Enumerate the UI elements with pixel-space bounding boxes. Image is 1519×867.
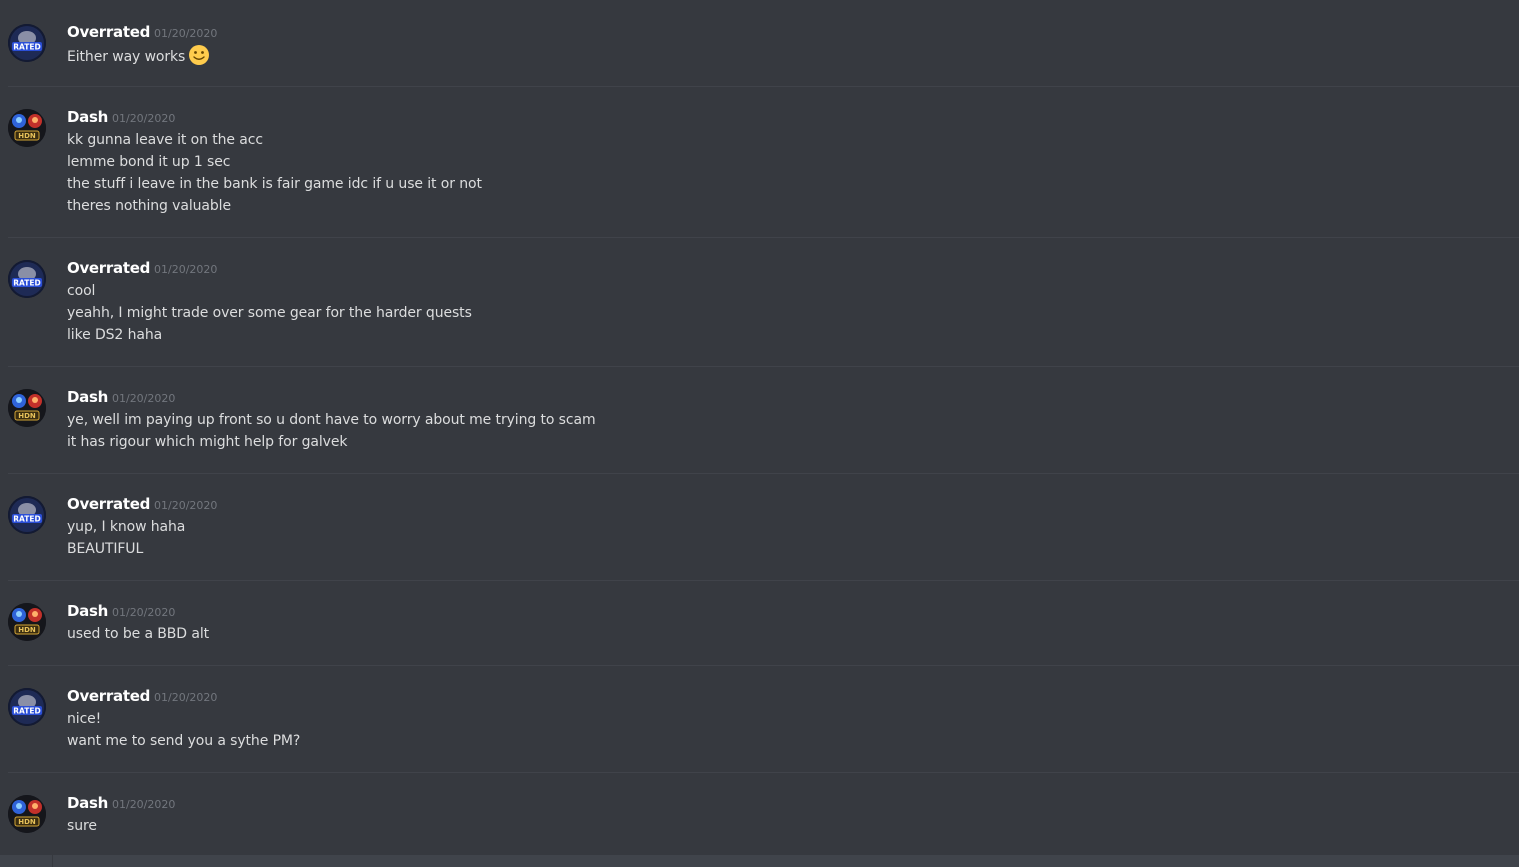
username[interactable]: Overrated [67, 687, 150, 705]
hdn-logo-icon: HDN [8, 109, 46, 147]
message-group: RATED Overrated 01/20/2020 Either way wor… [0, 0, 1519, 86]
svg-text:HDN: HDN [18, 626, 36, 634]
svg-text:HDN: HDN [18, 132, 36, 140]
svg-text:RATED: RATED [13, 515, 40, 524]
message-line: like DS2 haha [67, 327, 163, 343]
timestamp: 01/20/2020 [111, 606, 176, 619]
message-header: Overrated 01/20/2020 [67, 494, 217, 516]
message-line: yup, I know haha [67, 519, 186, 535]
username[interactable]: Overrated [67, 23, 150, 41]
message-header: Dash 01/20/2020 [67, 387, 175, 409]
message-input-box[interactable] [0, 855, 1519, 867]
message-line: BEAUTIFUL [67, 541, 144, 557]
message-group: HDN Dash 01/20/2020 kk gunna leave it on … [0, 87, 1519, 237]
message-line: Either way works [67, 49, 186, 65]
message-line: ye, well im paying up front so u dont ha… [67, 412, 596, 428]
message-line: kk gunna leave it on the acc [67, 132, 263, 148]
avatar[interactable]: HDN [8, 795, 46, 833]
svg-text:HDN: HDN [18, 818, 36, 826]
hdn-logo-icon: HDN [8, 389, 46, 427]
timestamp: 01/20/2020 [111, 112, 176, 125]
attach-button-divider [52, 855, 53, 867]
message-line: used to be a BBD alt [67, 626, 209, 642]
message-line: cool [67, 283, 96, 299]
hdn-logo-icon: HDN [8, 795, 46, 833]
message-header: Overrated 01/20/2020 [67, 258, 217, 280]
message-group: HDN Dash 01/20/2020 used to be a BBD alt [0, 581, 1519, 665]
chat-messages: RATED Overrated 01/20/2020 Either way wor… [0, 0, 1519, 835]
message-group: HDN Dash 01/20/2020 sure [0, 773, 1519, 835]
svg-text:RATED: RATED [13, 279, 40, 288]
avatar[interactable]: HDN [8, 603, 46, 641]
avatar[interactable]: RATED [8, 496, 46, 534]
hdn-logo-icon: HDN [8, 603, 46, 641]
svg-text:RATED: RATED [13, 43, 40, 52]
rated-logo-icon: RATED [8, 24, 46, 62]
message-line: the stuff i leave in the bank is fair ga… [67, 176, 482, 192]
rated-logo-icon: RATED [8, 496, 46, 534]
timestamp: 01/20/2020 [111, 798, 176, 811]
timestamp: 01/20/2020 [154, 499, 218, 512]
message-group: RATED Overrated 01/20/2020 nice! want me … [0, 666, 1519, 772]
message-text: Either way works [67, 44, 210, 68]
username[interactable]: Dash [67, 602, 108, 620]
svg-text:RATED: RATED [13, 707, 40, 716]
username[interactable]: Overrated [67, 495, 150, 513]
message-line: it has rigour which might help for galve… [67, 434, 348, 450]
timestamp: 01/20/2020 [111, 392, 176, 405]
avatar[interactable]: RATED [8, 688, 46, 726]
message-group: RATED Overrated 01/20/2020 yup, I know ha… [0, 474, 1519, 580]
username[interactable]: Dash [67, 388, 108, 406]
avatar[interactable]: RATED [8, 260, 46, 298]
message-line: yeahh, I might trade over some gear for … [67, 305, 472, 321]
avatar[interactable]: RATED [8, 24, 46, 62]
avatar[interactable]: HDN [8, 109, 46, 147]
rated-logo-icon: RATED [8, 260, 46, 298]
message-header: Dash 01/20/2020 [67, 107, 175, 129]
message-header: Overrated 01/20/2020 [67, 22, 217, 44]
message-line: theres nothing valuable [67, 198, 231, 214]
message-group: HDN Dash 01/20/2020 ye, well im paying up… [0, 367, 1519, 473]
chat-bottom-spacer [0, 835, 1519, 855]
message-group: RATED Overrated 01/20/2020 cool yeahh, I … [0, 238, 1519, 366]
message-line: want me to send you a sythe PM? [67, 733, 301, 749]
username[interactable]: Overrated [67, 259, 150, 277]
rated-logo-icon: RATED [8, 688, 46, 726]
avatar[interactable]: HDN [8, 389, 46, 427]
username[interactable]: Dash [67, 108, 108, 126]
message-header: Dash 01/20/2020 [67, 793, 175, 815]
message-line: nice! [67, 711, 102, 727]
timestamp: 01/20/2020 [154, 27, 218, 40]
timestamp: 01/20/2020 [154, 263, 218, 276]
message-line: sure [67, 818, 97, 834]
svg-text:HDN: HDN [18, 412, 36, 420]
message-header: Overrated 01/20/2020 [67, 686, 217, 708]
timestamp: 01/20/2020 [154, 691, 218, 704]
message-header: Dash 01/20/2020 [67, 601, 175, 623]
message-line: lemme bond it up 1 sec [67, 154, 231, 170]
username[interactable]: Dash [67, 794, 108, 812]
slightly-smiling-face-icon[interactable] [188, 44, 210, 66]
